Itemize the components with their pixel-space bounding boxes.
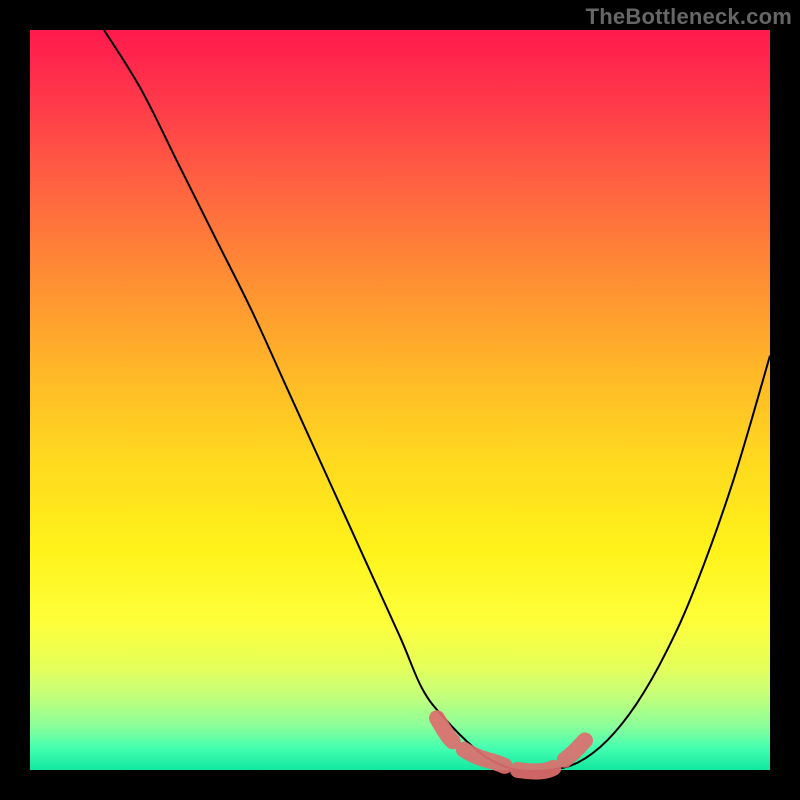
chart-svg <box>30 30 770 770</box>
highlight-band <box>437 718 585 771</box>
curve-layer <box>104 30 770 771</box>
highlight-layer <box>437 718 585 771</box>
chart-plot-area <box>30 30 770 770</box>
main-curve <box>104 30 770 771</box>
watermark-text: TheBottleneck.com <box>586 4 792 30</box>
chart-stage: TheBottleneck.com <box>0 0 800 800</box>
